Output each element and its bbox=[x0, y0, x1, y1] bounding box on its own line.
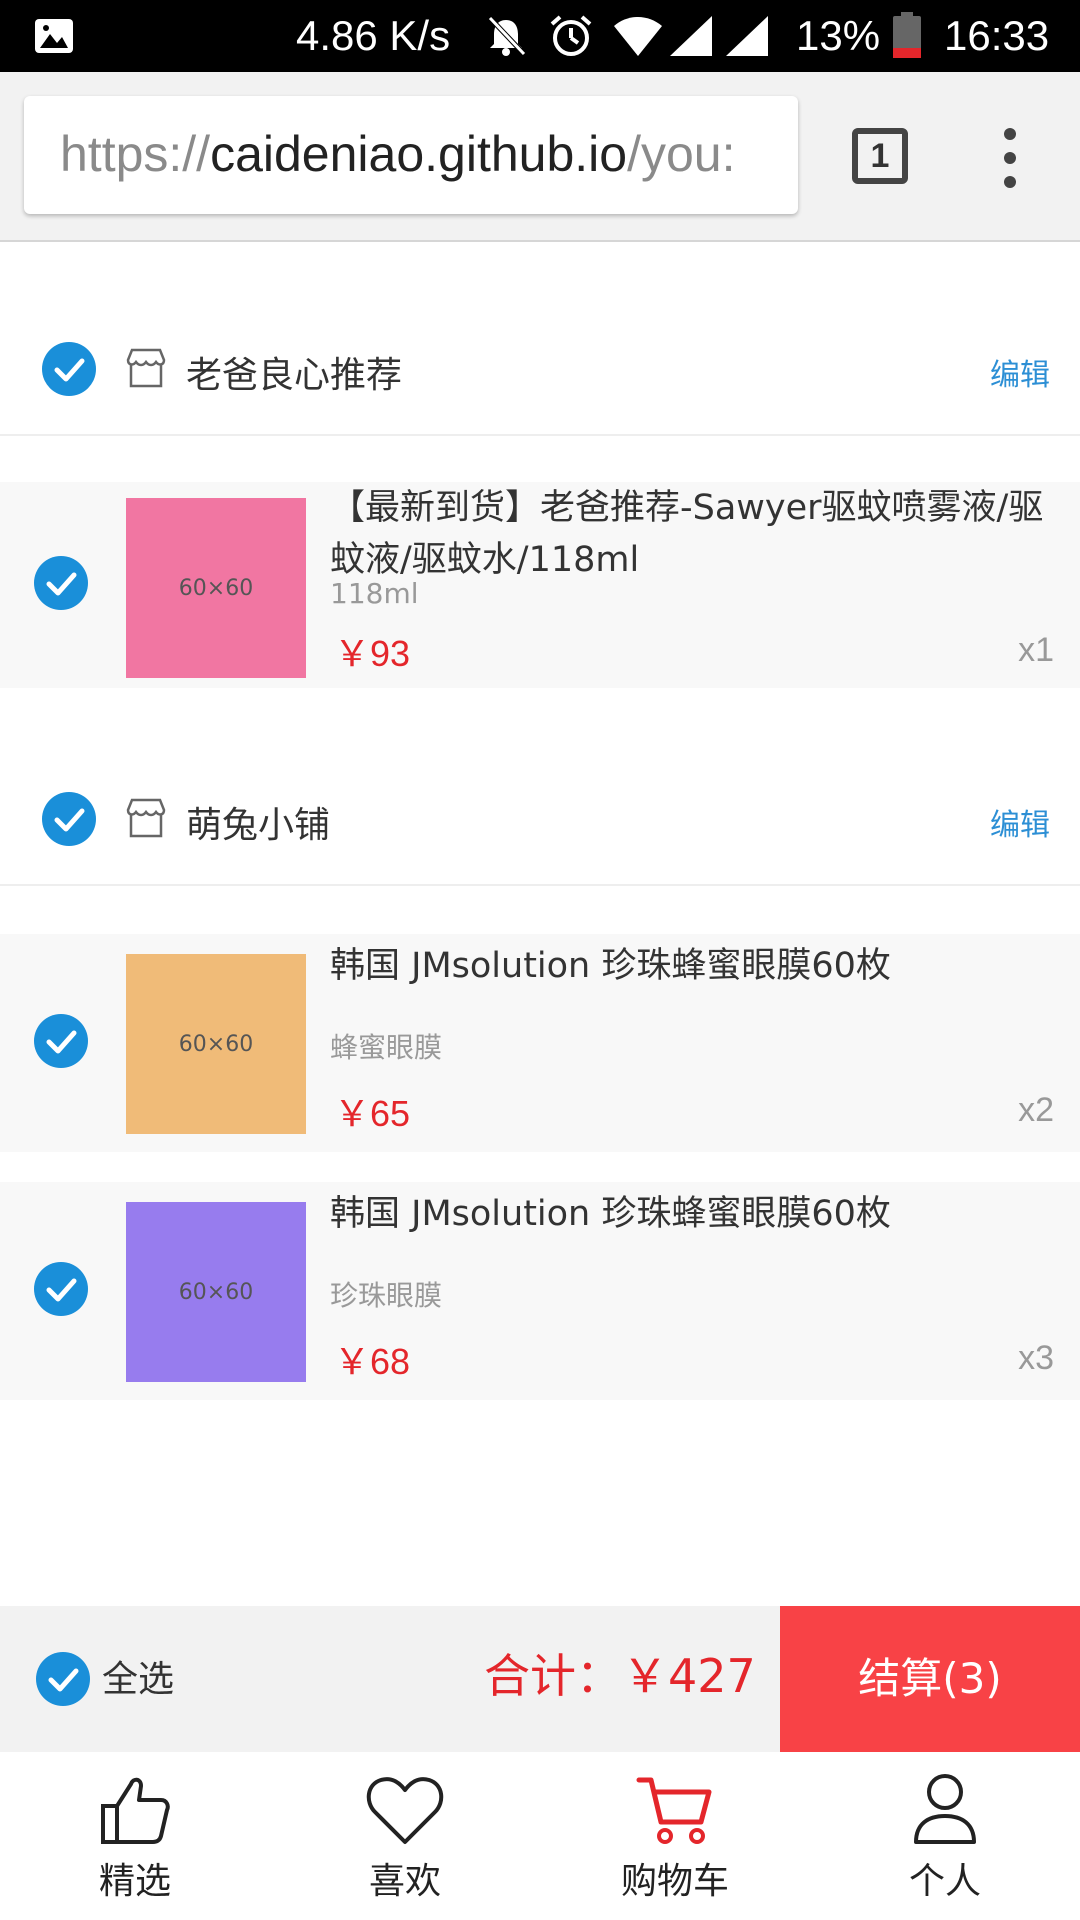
product-sku: 蜂蜜眼膜 bbox=[330, 1031, 443, 1064]
nav-item-cart[interactable]: 购物车 bbox=[540, 1752, 810, 1920]
url-path: /you: bbox=[627, 126, 736, 182]
edit-link[interactable]: 编辑 bbox=[990, 806, 1050, 846]
item-checkbox-checked-icon[interactable] bbox=[34, 1262, 88, 1316]
address-bar[interactable]: https://caideniao.github.io/you: bbox=[24, 96, 798, 214]
thumbs-up-icon bbox=[101, 1777, 170, 1844]
store-icon bbox=[126, 798, 166, 838]
thumbnail-placeholder-label: 60×60 bbox=[178, 576, 254, 601]
checkout-button[interactable]: 结算(3) bbox=[780, 1606, 1080, 1752]
nav-item-profile[interactable]: 个人 bbox=[810, 1752, 1080, 1920]
product-price: ￥68 bbox=[334, 1341, 411, 1382]
product-sku: 珍珠眼膜 bbox=[330, 1279, 443, 1312]
signal-icon bbox=[726, 16, 768, 56]
net-speed: 4.86 K/s bbox=[296, 12, 451, 59]
cart-item: 60×60 韩国 JMsolution 珍珠蜂蜜眼膜60枚 珍珠眼膜 ￥68 x… bbox=[0, 1182, 1080, 1400]
shop-checkbox-checked-icon[interactable] bbox=[42, 342, 96, 396]
battery-percent: 13% bbox=[796, 12, 881, 59]
shop-name[interactable]: 老爸良心推荐 bbox=[186, 354, 402, 398]
alarm-icon bbox=[550, 15, 592, 56]
cart-item: 60×60 韩国 JMsolution 珍珠蜂蜜眼膜60枚 蜂蜜眼膜 ￥65 x… bbox=[0, 934, 1080, 1152]
shop-header: 萌兔小铺 编辑 bbox=[0, 766, 1080, 886]
product-thumbnail[interactable]: 60×60 bbox=[126, 1202, 306, 1382]
shop-name[interactable]: 萌兔小铺 bbox=[186, 804, 330, 848]
product-title[interactable]: 韩国 JMsolution 珍珠蜂蜜眼膜60枚 bbox=[330, 940, 1056, 992]
heart-icon bbox=[366, 1777, 444, 1844]
checkout-bar: 全选 合计：￥427 结算(3) bbox=[0, 1606, 1080, 1752]
product-thumbnail[interactable]: 60×60 bbox=[126, 954, 306, 1134]
product-quantity: x3 bbox=[1018, 1339, 1054, 1377]
nav-item-featured[interactable]: 精选 bbox=[0, 1752, 270, 1920]
product-quantity: x2 bbox=[1018, 1091, 1054, 1129]
product-title[interactable]: 【最新到货】老爸推荐-Sawyer驱蚊喷雾液/驱蚊液/驱蚊水/118ml bbox=[330, 482, 1056, 586]
clock: 16:33 bbox=[944, 12, 1050, 59]
cart-icon bbox=[636, 1777, 712, 1844]
product-thumbnail[interactable]: 60×60 bbox=[126, 498, 306, 678]
thumbnail-placeholder-label: 60×60 bbox=[178, 1280, 254, 1305]
select-all-checkbox-checked-icon[interactable] bbox=[36, 1652, 90, 1706]
url-text[interactable]: https://caideniao.github.io/you: bbox=[60, 124, 735, 184]
product-quantity: x1 bbox=[1018, 631, 1054, 669]
nav-label: 喜欢 bbox=[368, 1861, 441, 1902]
product-sku: 118ml bbox=[330, 577, 419, 610]
nav-item-favorites[interactable]: 喜欢 bbox=[270, 1752, 540, 1920]
url-host: caideniao.github.io bbox=[210, 126, 628, 182]
store-icon bbox=[126, 348, 166, 388]
item-checkbox-checked-icon[interactable] bbox=[34, 1014, 88, 1068]
edit-link[interactable]: 编辑 bbox=[990, 356, 1050, 396]
signal-icon bbox=[670, 16, 712, 56]
item-checkbox-checked-icon[interactable] bbox=[34, 556, 88, 610]
cart-item: 60×60 【最新到货】老爸推荐-Sawyer驱蚊喷雾液/驱蚊液/驱蚊水/118… bbox=[0, 482, 1080, 688]
nav-label: 购物车 bbox=[620, 1861, 729, 1902]
nav-label: 个人 bbox=[908, 1861, 981, 1902]
nav-label: 精选 bbox=[98, 1861, 171, 1902]
bottom-nav: 精选 喜欢 购物车 个人 bbox=[0, 1752, 1080, 1920]
product-price: ￥93 bbox=[334, 633, 411, 674]
shop-header: 老爸良心推荐 编辑 bbox=[0, 316, 1080, 436]
gallery-notification-icon bbox=[35, 19, 73, 53]
person-icon bbox=[914, 1774, 976, 1844]
status-bar: 4.86 K/s 13% 16:33 bbox=[0, 0, 1080, 72]
battery-low-icon bbox=[893, 12, 921, 58]
overflow-menu-icon[interactable] bbox=[996, 126, 1024, 190]
shop-checkbox-checked-icon[interactable] bbox=[42, 792, 96, 846]
url-scheme: https:// bbox=[60, 126, 211, 182]
product-title[interactable]: 韩国 JMsolution 珍珠蜂蜜眼膜60枚 bbox=[330, 1188, 1056, 1240]
thumbnail-placeholder-label: 60×60 bbox=[178, 1032, 254, 1057]
product-price: ￥65 bbox=[334, 1093, 411, 1134]
tab-switcher-button[interactable]: 1 bbox=[852, 128, 908, 184]
mute-icon bbox=[488, 16, 526, 56]
select-all-label[interactable]: 全选 bbox=[102, 1658, 174, 1702]
total-amount: 合计：￥427 bbox=[484, 1649, 756, 1703]
wifi-icon bbox=[614, 17, 662, 56]
browser-toolbar: https://caideniao.github.io/you: 1 bbox=[0, 72, 1080, 242]
